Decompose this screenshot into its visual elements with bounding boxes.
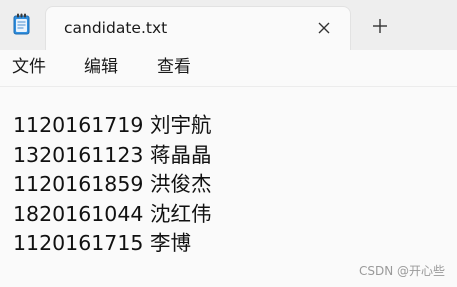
editor-line: 1120161719 刘宇航 xyxy=(13,113,212,137)
watermark: CSDN @开心些 xyxy=(358,264,445,278)
notepad-icon xyxy=(13,13,30,35)
notepad-window: candidate.txt 文件 编辑 查看 1120161719 刘宇航 13… xyxy=(0,0,457,287)
tab-title: candidate.txt xyxy=(64,19,168,37)
editor-line: 1820161044 沈红伟 xyxy=(13,201,212,226)
editor-line: 1320161123 蒋晶晶 xyxy=(13,142,212,167)
text-editor[interactable]: 1120161719 刘宇航 1320161123 蒋晶晶 1120161859… xyxy=(13,111,443,259)
editor-line: 1120161859 洪俊杰 xyxy=(13,172,212,196)
menu-divider xyxy=(0,86,457,87)
menu-view[interactable]: 查看 xyxy=(157,56,191,78)
close-icon[interactable] xyxy=(313,17,335,39)
menu-bar: 文件 编辑 查看 xyxy=(0,50,457,86)
tab-candidate[interactable]: candidate.txt xyxy=(45,6,351,50)
tab-strip: candidate.txt xyxy=(0,0,457,50)
editor-line: 1120161715 李博 xyxy=(13,231,191,255)
menu-file[interactable]: 文件 xyxy=(12,56,46,78)
menu-edit[interactable]: 编辑 xyxy=(84,56,118,78)
plus-icon[interactable] xyxy=(369,15,391,37)
